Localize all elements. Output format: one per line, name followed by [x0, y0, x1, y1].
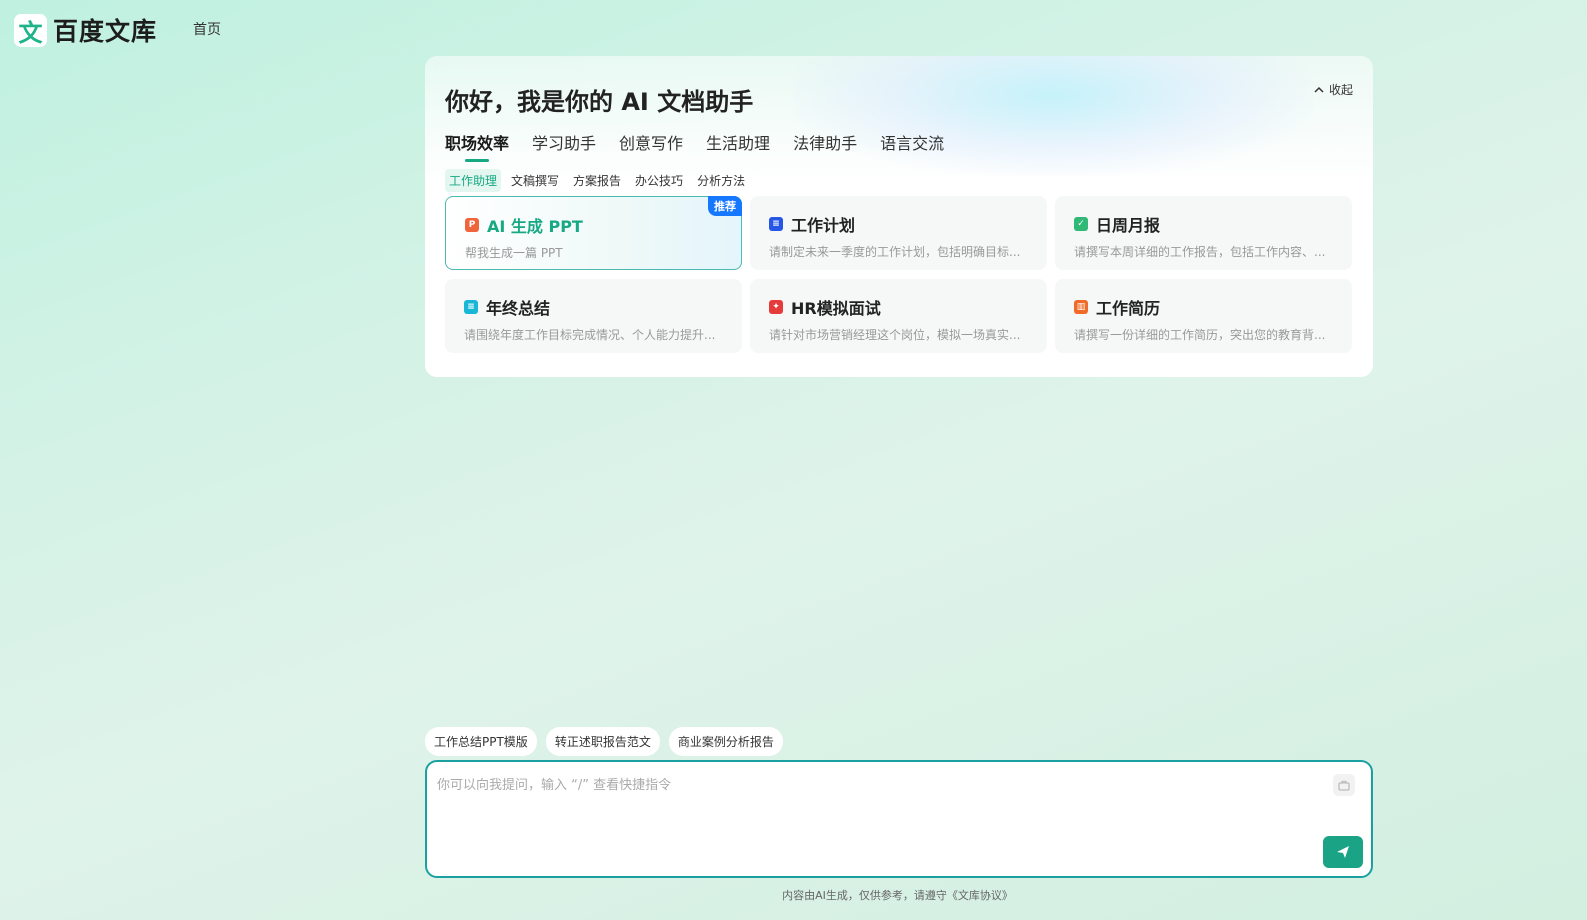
collapse-button[interactable]: 收起: [1314, 81, 1353, 98]
send-icon: [1337, 846, 1349, 858]
prompt-cards: 推荐 P AI 生成 PPT 帮我生成一篇 PPT ≡ 工作计划 请制定未来一季…: [445, 196, 1353, 353]
tab-life-assistant[interactable]: 生活助理: [706, 130, 770, 162]
card-desc: 请针对市场营销经理这个岗位，模拟一场真实...: [769, 328, 1021, 342]
doc-icon: ≡: [769, 217, 783, 231]
brand-name: 百度文库: [53, 17, 158, 46]
subtab-analysis-methods[interactable]: 分析方法: [693, 169, 749, 192]
card-title: 工作简历: [1096, 299, 1161, 318]
card-title: 年终总结: [486, 299, 551, 318]
card-title: HR模拟面试: [791, 299, 881, 318]
brand-logo[interactable]: 文 百度文库: [14, 12, 157, 48]
quick-prompt-chip[interactable]: 转正述职报告范文: [545, 727, 660, 756]
assistant-panel: 你好，我是你的 AI 文档助手 收起 职场效率 学习助手 创意写作 生活助理 法…: [425, 56, 1373, 377]
category-tabs: 职场效率 学习助手 创意写作 生活助理 法律助手 语言交流: [445, 130, 944, 162]
card-title: 日周月报: [1096, 216, 1161, 235]
ppt-icon: P: [465, 218, 479, 232]
card-hr-interview[interactable]: ✦ HR模拟面试 请针对市场营销经理这个岗位，模拟一场真实...: [750, 279, 1047, 353]
card-desc: 请围绕年度工作目标完成情况、个人能力提升...: [464, 328, 716, 342]
attachment-button[interactable]: [1333, 774, 1355, 796]
wenku-logo-icon: 文: [14, 13, 47, 47]
send-button[interactable]: [1323, 836, 1363, 868]
collapse-label: 收起: [1328, 83, 1353, 97]
card-desc: 请撰写一份详细的工作简历，突出您的教育背...: [1074, 328, 1326, 342]
chat-input-box: [425, 760, 1373, 878]
quick-prompt-chip[interactable]: 工作总结PPT模版: [425, 727, 537, 756]
card-ai-ppt[interactable]: 推荐 P AI 生成 PPT 帮我生成一篇 PPT: [445, 196, 742, 270]
check-icon: ✓: [1074, 217, 1088, 231]
tab-workplace-efficiency[interactable]: 职场效率: [445, 130, 509, 162]
tab-creative-writing[interactable]: 创意写作: [619, 130, 683, 162]
card-work-plan[interactable]: ≡ 工作计划 请制定未来一季度的工作计划，包括明确目标...: [750, 196, 1047, 270]
recommend-badge: 推荐: [708, 196, 742, 216]
card-daily-weekly-report[interactable]: ✓ 日周月报 请撰写本周详细的工作报告，包括工作内容、...: [1055, 196, 1352, 270]
disclaimer-text: 内容由AI生成，仅供参考，请遵守《文库协议》: [782, 889, 1013, 902]
pdf-icon: ✦: [769, 300, 783, 314]
chevron-up-icon: [1314, 86, 1324, 93]
tab-legal-assistant[interactable]: 法律助手: [793, 130, 857, 162]
subtab-plan-report[interactable]: 方案报告: [569, 169, 625, 192]
card-resume[interactable]: ▥ 工作简历 请撰写一份详细的工作简历，突出您的教育背...: [1055, 279, 1352, 353]
card-year-end-summary[interactable]: ≡ 年终总结 请围绕年度工作目标完成情况、个人能力提升...: [445, 279, 742, 353]
tab-study-assistant[interactable]: 学习助手: [532, 130, 596, 162]
card-desc: 帮我生成一篇 PPT: [465, 246, 563, 260]
nav-home-link[interactable]: 首页: [193, 19, 221, 39]
summary-icon: ≡: [464, 300, 478, 314]
briefcase-icon: [1338, 780, 1350, 791]
panel-title: 你好，我是你的 AI 文档助手: [445, 88, 754, 116]
chat-input[interactable]: [437, 774, 1317, 834]
quick-prompts: 工作总结PPT模版 转正述职报告范文 商业案例分析报告: [425, 727, 783, 756]
card-desc: 请制定未来一季度的工作计划，包括明确目标...: [769, 245, 1021, 259]
subtab-writing[interactable]: 文稿撰写: [507, 169, 563, 192]
tab-language-exchange[interactable]: 语言交流: [880, 130, 944, 162]
card-title: AI 生成 PPT: [487, 217, 583, 236]
subtab-work-assistant[interactable]: 工作助理: [445, 169, 502, 192]
subtab-office-tips[interactable]: 办公技巧: [631, 169, 687, 192]
card-desc: 请撰写本周详细的工作报告，包括工作内容、...: [1074, 245, 1326, 259]
resume-icon: ▥: [1074, 300, 1088, 314]
card-title: 工作计划: [791, 216, 856, 235]
subcategory-tabs: 工作助理 文稿撰写 方案报告 办公技巧 分析方法: [445, 169, 749, 192]
quick-prompt-chip[interactable]: 商业案例分析报告: [668, 727, 783, 756]
